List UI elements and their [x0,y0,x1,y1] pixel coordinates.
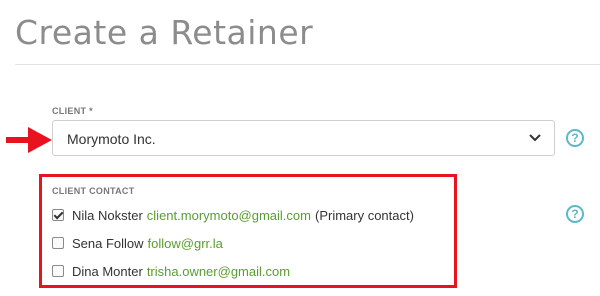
contact-checkbox[interactable] [52,237,64,249]
client-contact-help-icon[interactable]: ? [566,205,584,223]
primary-contact-note: (Primary contact) [314,207,414,223]
page-title: Create a Retainer [15,13,314,52]
chevron-down-icon [529,134,541,142]
contact-name: Dina Monter [72,263,143,279]
client-help-icon[interactable]: ? [566,129,584,147]
client-contact-label: CLIENT CONTACT [52,186,135,196]
client-select[interactable]: Morymoto Inc. [52,120,555,156]
contact-checkbox[interactable] [52,209,64,221]
contact-email[interactable]: trisha.owner@gmail.com [147,264,290,279]
title-divider [15,64,600,65]
contact-row: Sena Follow follow@grr.la [52,234,223,252]
contact-name: Nila Nokster [72,207,143,223]
create-retainer-page: Create a Retainer CLIENT * Morymoto Inc.… [0,0,600,296]
red-arrow-icon [6,127,52,153]
contact-name: Sena Follow [72,235,144,251]
contact-row: Nila Nokster client.morymoto@gmail.com (… [52,206,414,224]
client-select-value: Morymoto Inc. [67,131,156,147]
contact-checkbox[interactable] [52,265,64,277]
client-field-label: CLIENT * [52,106,93,116]
contact-email[interactable]: follow@grr.la [148,236,223,251]
contact-row: Dina Monter trisha.owner@gmail.com [52,262,290,280]
contact-email[interactable]: client.morymoto@gmail.com [147,208,311,223]
